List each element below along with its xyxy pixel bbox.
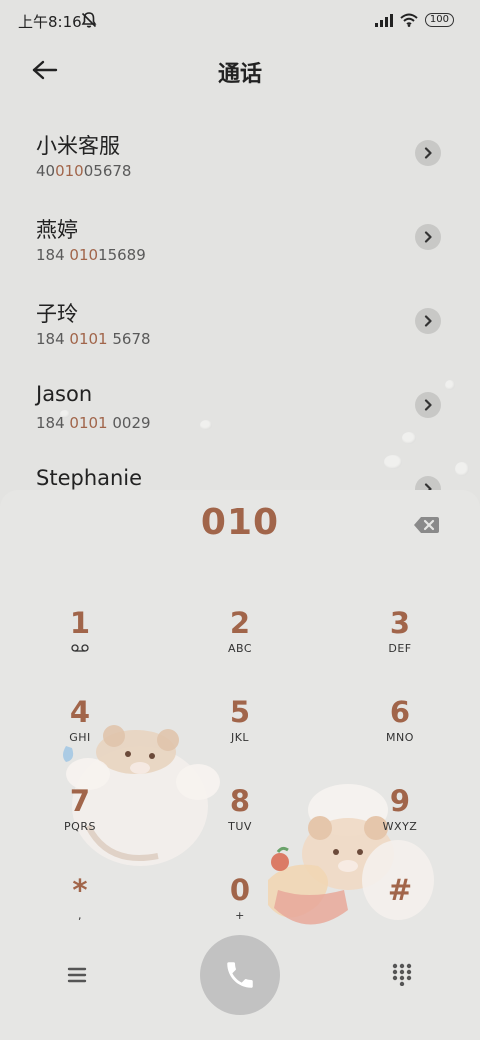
dial-key-7[interactable]: 7 PQRS [20,776,140,850]
contact-detail-button[interactable] [415,224,441,250]
contact-detail-button[interactable] [415,392,441,418]
contact-number: 4001005678 [36,162,132,180]
contact-detail-button[interactable] [415,476,441,490]
page-title: 通话 [217,62,262,87]
dialed-number[interactable]: 010 [0,502,480,543]
notifications-off-icon [81,12,97,28]
contact-detail-button[interactable] [415,308,441,334]
wifi-icon [400,13,418,27]
contact-row[interactable]: 燕婷 184 01015689 [0,202,480,286]
dial-key-8[interactable]: 8 TUV [180,776,300,850]
contact-detail-button[interactable] [415,140,441,166]
backspace-icon[interactable] [412,514,440,536]
contact-row[interactable]: Stephanie [0,454,480,490]
dial-key-star[interactable]: * , [20,865,140,939]
dial-key-3[interactable]: 3 DEF [340,598,460,672]
chevron-right-icon [424,399,432,411]
status-bar: 上午8:16 100 [0,0,480,40]
chevron-right-icon [424,231,432,243]
signal-icon [374,13,393,27]
contact-name: 子玲 [36,302,78,326]
dial-key-0[interactable]: 0 + [180,865,300,939]
dial-key-hash[interactable]: # [340,865,460,939]
dial-key-6[interactable]: 6 MNO [340,687,460,761]
contact-number: 184 01015689 [36,246,146,264]
chevron-right-icon [424,483,432,490]
chevron-right-icon [424,147,432,159]
dial-key-5[interactable]: 5 JKL [180,687,300,761]
contact-row[interactable]: 小米客服 4001005678 [0,118,480,202]
dial-key-9[interactable]: 9 WXYZ [340,776,460,850]
chevron-right-icon [424,315,432,327]
contact-name: 小米客服 [36,134,120,158]
dial-key-1[interactable]: 1 [20,598,140,672]
menu-icon[interactable] [62,962,92,988]
dial-key-4[interactable]: 4 GHI [20,687,140,761]
dial-key-2[interactable]: 2 ABC [180,598,300,672]
contact-number: 184 0101 5678 [36,330,151,348]
contact-number: 184 0101 0029 [36,414,151,432]
voicemail-icon [71,644,89,652]
contact-name: 燕婷 [36,218,78,242]
phone-icon [227,962,253,988]
call-button[interactable] [200,935,280,1015]
contact-row[interactable]: 子玲 184 0101 5678 [0,286,480,370]
contact-row[interactable]: Jason 184 0101 0029 [0,370,480,454]
dialpad-icon[interactable] [390,962,414,986]
battery-icon: 100 [424,13,454,27]
contact-name: Stephanie [36,466,143,490]
contact-suggestion-list: 小米客服 4001005678 燕婷 184 01015689 子玲 184 0… [0,118,480,490]
contact-name: Jason [36,382,93,406]
status-time: 上午8:16 [18,13,82,31]
